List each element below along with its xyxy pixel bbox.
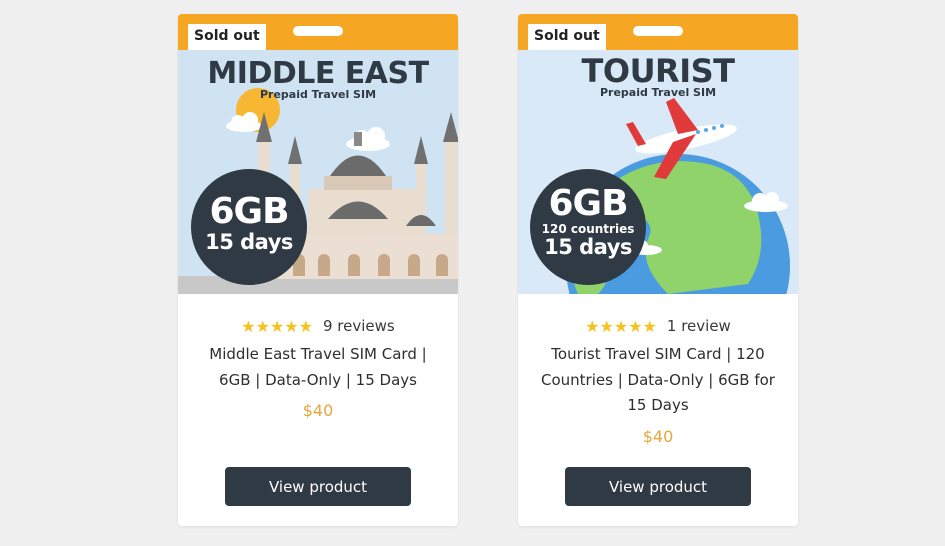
rating-row: ★★★★★ 9 reviews xyxy=(178,314,458,338)
sim-image-title: TOURIST xyxy=(581,52,735,90)
product-price: $40 xyxy=(642,426,674,446)
review-count[interactable]: 9 reviews xyxy=(323,317,395,335)
star-rating-icon: ★★★★★ xyxy=(241,316,313,336)
rating-row: ★★★★★ 1 review xyxy=(518,314,798,338)
product-card-tourist[interactable]: Sold out TOURIST Prepaid Travel SIM 6GB … xyxy=(518,14,798,526)
badge-data-amount: 6GB xyxy=(209,191,289,232)
product-title[interactable]: Middle East Travel SIM Card | 6GB | Data… xyxy=(196,342,440,393)
sim-image-subtitle: Prepaid Travel SIM xyxy=(259,88,377,101)
product-price: $40 xyxy=(302,401,334,420)
product-image[interactable]: Sold out TOURIST Prepaid Travel SIM 6GB … xyxy=(518,14,798,294)
sim-image-subtitle: Prepaid Travel SIM xyxy=(599,86,717,99)
data-badge: 6GB 120 countries 15 days xyxy=(530,169,646,285)
sold-out-badge: Sold out xyxy=(528,24,606,50)
sim-image-title: MIDDLE EAST xyxy=(207,56,429,91)
star-rating-icon: ★★★★★ xyxy=(585,316,657,336)
data-badge: 6GB 15 days xyxy=(191,169,307,285)
product-info: ★★★★★ 1 review Tourist Travel SIM Card |… xyxy=(518,314,798,447)
review-count[interactable]: 1 review xyxy=(667,317,731,335)
product-info: ★★★★★ 9 reviews Middle East Travel SIM C… xyxy=(178,314,458,421)
view-product-button[interactable]: View product xyxy=(225,467,411,506)
badge-data-amount: 6GB xyxy=(548,183,628,224)
badge-duration: 15 days xyxy=(544,235,632,259)
badge-duration: 15 days xyxy=(205,230,293,254)
view-product-button[interactable]: View product xyxy=(565,467,751,506)
product-title[interactable]: Tourist Travel SIM Card | 120 Countries … xyxy=(536,342,780,419)
product-card-middle-east[interactable]: Sold out MIDDLE EAST Prepaid Travel SIM … xyxy=(178,14,458,526)
product-image[interactable]: Sold out MIDDLE EAST Prepaid Travel SIM … xyxy=(178,14,458,294)
sold-out-badge: Sold out xyxy=(188,24,266,50)
